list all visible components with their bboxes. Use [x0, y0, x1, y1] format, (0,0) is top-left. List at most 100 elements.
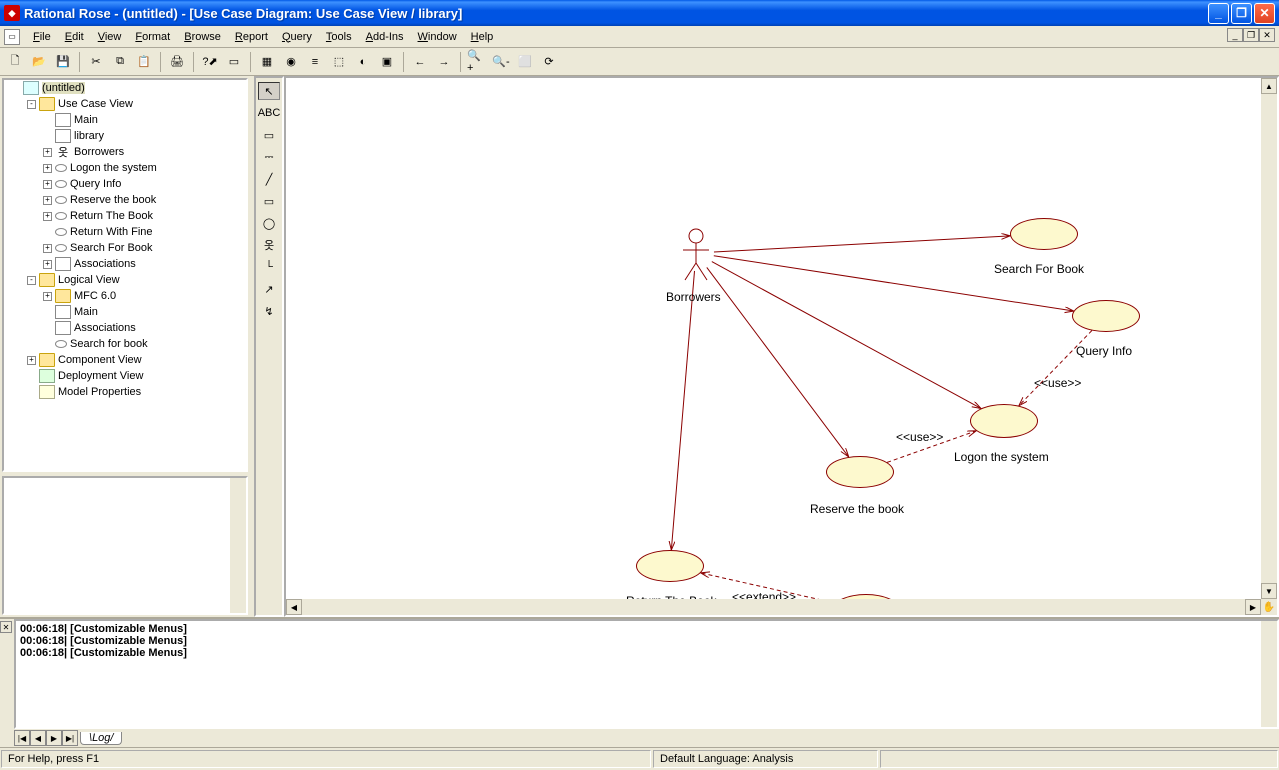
new-button[interactable]: 🗋	[4, 51, 26, 73]
model-tree[interactable]: (untitled)-Use Case ViewMainlibrary+옷Bor…	[2, 78, 248, 472]
tree-expander[interactable]: +	[43, 164, 52, 173]
scroll-right-button[interactable]: ▶	[1245, 599, 1261, 615]
zoom-in-button[interactable]: 🔍+	[466, 51, 488, 73]
print-button[interactable]: 🖨	[166, 51, 188, 73]
cut-button[interactable]: ✂	[85, 51, 107, 73]
scroll-up-button[interactable]: ▲	[1261, 78, 1277, 94]
tree-expander[interactable]: -	[27, 100, 36, 109]
seq-diag-button[interactable]: ≡	[304, 51, 326, 73]
mdi-icon[interactable]: ▭	[4, 29, 20, 45]
log-tab[interactable]: \Log/	[80, 732, 122, 745]
actor-label[interactable]: Borrowers	[666, 290, 721, 304]
tree-node[interactable]: +MFC 6.0	[4, 288, 246, 304]
log-scrollbar[interactable]	[1261, 621, 1277, 727]
tree-expander[interactable]: -	[27, 276, 36, 285]
menu-window[interactable]: Window	[411, 29, 464, 45]
canvas-scrollbar-horizontal[interactable]: ◀ ▶	[286, 599, 1261, 615]
tree-node[interactable]: -Logical View	[4, 272, 246, 288]
deploy-diag-button[interactable]: ▣	[376, 51, 398, 73]
relation-label[interactable]: <<extend>>	[732, 590, 796, 599]
tree-node[interactable]: +Query Info	[4, 176, 246, 192]
menu-report[interactable]: Report	[228, 29, 275, 45]
collab-diag-button[interactable]: ⬚	[328, 51, 350, 73]
palette-trend-connector[interactable]: ↯	[258, 302, 280, 320]
menu-add-ins[interactable]: Add-Ins	[359, 29, 411, 45]
menu-browse[interactable]: Browse	[177, 29, 228, 45]
mdi-close[interactable]: ✕	[1259, 28, 1275, 42]
tree-node[interactable]: +Component View	[4, 352, 246, 368]
palette-note[interactable]: ▭	[258, 126, 280, 144]
tree-node[interactable]: Main	[4, 112, 246, 128]
tree-node[interactable]: library	[4, 128, 246, 144]
log-output[interactable]: 00:06:18| [Customizable Menus]00:06:18| …	[14, 619, 1279, 729]
menu-help[interactable]: Help	[464, 29, 501, 45]
palette-diag-connector[interactable]: ↗	[258, 280, 280, 298]
menu-edit[interactable]: Edit	[58, 29, 91, 45]
tree-node[interactable]: +Logon the system	[4, 160, 246, 176]
tree-expander[interactable]: +	[43, 292, 52, 301]
log-close-button[interactable]: ✕	[0, 621, 12, 633]
maximize-button[interactable]: ❐	[1231, 3, 1252, 24]
usecase-label[interactable]: Query Info	[1076, 344, 1132, 358]
open-button[interactable]: 📂	[28, 51, 50, 73]
menu-file[interactable]: File	[26, 29, 58, 45]
tree-expander[interactable]: +	[43, 148, 52, 157]
log-nav-last[interactable]: ▶|	[62, 730, 78, 746]
menu-view[interactable]: View	[91, 29, 129, 45]
actor-figure[interactable]	[681, 228, 711, 283]
usecase-label[interactable]: Reserve the book	[810, 502, 904, 516]
tree-node[interactable]: Associations	[4, 320, 246, 336]
forward-button[interactable]: →	[433, 51, 455, 73]
log-nav-next[interactable]: ▶	[46, 730, 62, 746]
palette-anchor[interactable]: ⎓	[258, 148, 280, 166]
help-context-button[interactable]: ?⬈	[199, 51, 221, 73]
state-diag-button[interactable]: ◐	[352, 51, 374, 73]
usecase-search[interactable]	[1010, 218, 1078, 250]
palette-package[interactable]: ▭	[258, 192, 280, 210]
tree-node[interactable]: +Search For Book	[4, 240, 246, 256]
back-button[interactable]: ←	[409, 51, 431, 73]
class-diag-button[interactable]: ▦	[256, 51, 278, 73]
tree-expander[interactable]: +	[43, 180, 52, 189]
tree-expander[interactable]: +	[27, 356, 36, 365]
usecase-diag-button[interactable]: ◉	[280, 51, 302, 73]
save-button[interactable]: 💾	[52, 51, 74, 73]
tree-node[interactable]: +옷Borrowers	[4, 144, 246, 160]
tree-node[interactable]: +Return The Book	[4, 208, 246, 224]
tree-expander[interactable]: +	[43, 212, 52, 221]
tree-expander[interactable]: +	[43, 196, 52, 205]
tree-expander[interactable]: +	[43, 244, 52, 253]
tree-node[interactable]: Deployment View	[4, 368, 246, 384]
menu-tools[interactable]: Tools	[319, 29, 359, 45]
diagram-canvas[interactable]: BorrowersSearch For BookQuery InfoLogon …	[286, 78, 1261, 599]
tree-node[interactable]: Search for book	[4, 336, 246, 352]
close-button[interactable]: ✕	[1254, 3, 1275, 24]
usecase-logon[interactable]	[970, 404, 1038, 438]
palette-text[interactable]: ABC	[258, 104, 280, 122]
tree-node[interactable]: Model Properties	[4, 384, 246, 400]
tree-node[interactable]: +Associations	[4, 256, 246, 272]
canvas-scrollbar-vertical[interactable]: ▲ ▼	[1261, 78, 1277, 599]
tree-node[interactable]: +Reserve the book	[4, 192, 246, 208]
frame-button[interactable]: ▭	[223, 51, 245, 73]
pan-grip-icon[interactable]: ✋	[1261, 599, 1277, 615]
tree-expander[interactable]: +	[43, 260, 52, 269]
usecase-return[interactable]	[636, 550, 704, 582]
documentation-panel[interactable]	[2, 476, 248, 615]
log-nav-prev[interactable]: ◀	[30, 730, 46, 746]
mdi-restore[interactable]: ❐	[1243, 28, 1259, 42]
usecase-label[interactable]: Search For Book	[994, 262, 1084, 276]
tree-node[interactable]: (untitled)	[4, 80, 246, 96]
tree-node[interactable]: Return With Fine	[4, 224, 246, 240]
scrollbar-vertical[interactable]	[230, 478, 246, 613]
palette-pointer[interactable]: ↖	[258, 82, 280, 100]
zoom-out-button[interactable]: 🔍-	[490, 51, 512, 73]
relation-label[interactable]: <<use>>	[1034, 376, 1081, 390]
relation-label[interactable]: <<use>>	[896, 430, 943, 444]
menu-query[interactable]: Query	[275, 29, 319, 45]
usecase-query[interactable]	[1072, 300, 1140, 332]
menu-format[interactable]: Format	[128, 29, 177, 45]
palette-usecase[interactable]: ◯	[258, 214, 280, 232]
paste-button[interactable]: 📋	[133, 51, 155, 73]
copy-button[interactable]: ⧉	[109, 51, 131, 73]
